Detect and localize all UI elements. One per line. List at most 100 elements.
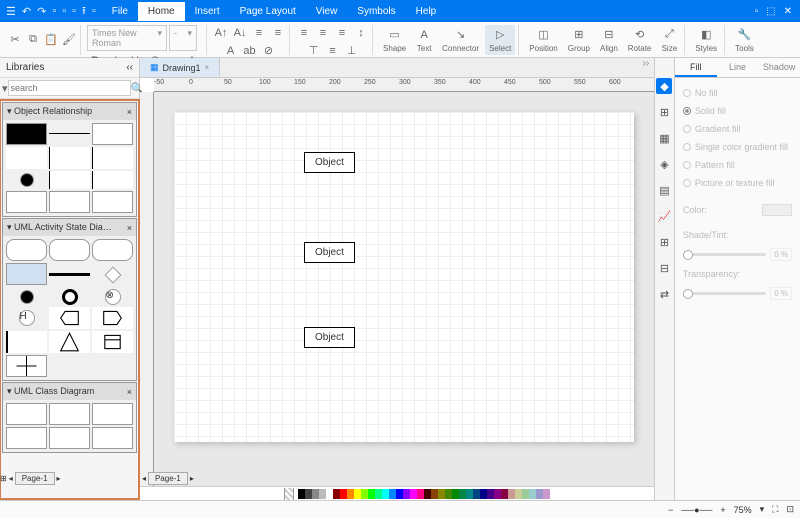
transparency-slider[interactable] <box>683 292 766 295</box>
color-swatch[interactable] <box>515 489 522 499</box>
close-category-icon[interactable]: × <box>127 223 132 233</box>
maximize-icon[interactable]: ⬚ <box>766 6 775 17</box>
fill-option[interactable]: Solid fill <box>681 102 794 120</box>
diagram-object[interactable]: Object <box>304 327 355 348</box>
align-left-icon[interactable]: ≡ <box>296 25 312 41</box>
page[interactable]: Object Object Object <box>174 112 634 442</box>
no-color-swatch[interactable] <box>284 488 294 500</box>
zoom-level[interactable]: 75% <box>734 505 752 515</box>
page-panel-icon[interactable]: ▤ <box>656 182 672 198</box>
highlight-icon[interactable]: ab <box>242 43 258 59</box>
shape-stencil[interactable] <box>49 147 90 169</box>
color-swatch[interactable] <box>312 489 319 499</box>
shape-stencil[interactable] <box>92 307 133 329</box>
fullscreen-icon[interactable]: ⊡ <box>786 504 794 515</box>
tool-shape[interactable]: ▭Shape <box>379 27 410 53</box>
color-swatch[interactable] <box>459 489 466 499</box>
zoom-in-icon[interactable]: + <box>720 505 725 515</box>
color-swatch[interactable] <box>536 489 543 499</box>
tool-connector[interactable]: ↘Connector <box>438 27 483 53</box>
arrange-panel-icon[interactable]: ⇄ <box>656 286 672 302</box>
transparency-value[interactable]: 0 % <box>770 287 792 300</box>
color-swatch[interactable] <box>480 489 487 499</box>
shape-stencil[interactable] <box>49 331 90 353</box>
color-swatch[interactable] <box>354 489 361 499</box>
color-swatch[interactable] <box>319 489 326 499</box>
tool-styles[interactable]: ◧Styles <box>691 27 721 53</box>
color-swatch[interactable] <box>762 204 792 216</box>
minimize-icon[interactable]: ▫ <box>755 6 759 17</box>
print-icon[interactable]: ▫ <box>92 5 96 17</box>
collapse-icon[interactable]: ‹‹ <box>126 62 133 73</box>
color-swatch[interactable] <box>326 489 333 499</box>
page-nav-next-icon[interactable]: ▸ <box>57 474 61 483</box>
close-tab-icon[interactable]: × <box>205 63 210 72</box>
format-painter-icon[interactable]: 🖌 <box>61 32 77 48</box>
menu-page-layout[interactable]: Page Layout <box>230 2 306 21</box>
redo-icon[interactable]: ↷ <box>37 5 46 18</box>
panel-expand-icon[interactable]: ›› <box>638 58 654 74</box>
tab-shadow[interactable]: Shadow <box>758 58 800 77</box>
shrink-font-icon[interactable]: A↓ <box>232 25 248 41</box>
line-panel-icon[interactable]: ⊞ <box>656 104 672 120</box>
shape-stencil[interactable] <box>20 290 34 304</box>
layers-panel-icon[interactable]: ◈ <box>656 156 672 172</box>
shape-stencil[interactable] <box>104 267 121 284</box>
color-swatch[interactable] <box>445 489 452 499</box>
numbering-icon[interactable]: ≡ <box>270 25 286 41</box>
save-icon[interactable]: ▫ <box>52 5 56 17</box>
valign-mid-icon[interactable]: ≡ <box>325 43 341 59</box>
valign-top-icon[interactable]: ⊤ <box>306 43 322 59</box>
tool-position[interactable]: ◫Position <box>525 27 561 53</box>
align-center-icon[interactable]: ≡ <box>315 25 331 41</box>
color-swatch[interactable] <box>494 489 501 499</box>
shape-stencil[interactable] <box>6 239 47 261</box>
line-spacing-icon[interactable]: ↕ <box>353 25 369 41</box>
color-swatch[interactable] <box>396 489 403 499</box>
position-panel-icon[interactable]: ⊟ <box>656 260 672 276</box>
shape-stencil[interactable] <box>62 289 78 305</box>
export-icon[interactable]: ⭱ <box>82 2 86 21</box>
color-swatch[interactable] <box>410 489 417 499</box>
shape-stencil[interactable] <box>49 171 90 189</box>
zoom-out-icon[interactable]: − <box>668 505 673 515</box>
color-swatch[interactable] <box>438 489 445 499</box>
shape-stencil[interactable] <box>49 427 90 449</box>
color-swatch[interactable] <box>543 489 550 499</box>
shape-stencil[interactable] <box>49 273 90 276</box>
color-swatch[interactable] <box>382 489 389 499</box>
color-swatch[interactable] <box>501 489 508 499</box>
shape-stencil[interactable] <box>6 331 47 353</box>
fill-panel-icon[interactable]: ◆ <box>656 78 672 94</box>
undo-icon[interactable]: ↶ <box>22 5 31 18</box>
color-swatch[interactable] <box>368 489 375 499</box>
fill-option[interactable]: No fill <box>681 84 794 102</box>
shape-stencil[interactable] <box>6 123 47 145</box>
color-swatch[interactable] <box>347 489 354 499</box>
shape-stencil[interactable] <box>92 239 133 261</box>
open-icon[interactable]: ▫ <box>72 5 76 17</box>
page-nav-prev-icon[interactable]: ◂ <box>142 474 146 483</box>
page-nav-first-icon[interactable]: ⊞ <box>0 474 7 483</box>
page-nav-next-icon[interactable]: ▸ <box>190 474 194 483</box>
tool-select[interactable]: ▷Select <box>485 25 515 55</box>
tool-group[interactable]: ⊞Group <box>564 27 594 53</box>
tool-size[interactable]: ⤢Size <box>657 27 681 53</box>
table-panel-icon[interactable]: ⊞ <box>656 234 672 250</box>
color-swatch[interactable] <box>424 489 431 499</box>
shape-stencil[interactable] <box>6 403 47 425</box>
shape-stencil[interactable] <box>6 355 47 377</box>
font-family-select[interactable]: Times New Roman▾ <box>87 25 167 51</box>
document-tab[interactable]: ▦ Drawing1 × <box>140 58 220 77</box>
font-size-select[interactable]: -▾ <box>169 25 197 51</box>
chart-panel-icon[interactable]: 📈 <box>656 208 672 224</box>
color-swatch[interactable] <box>431 489 438 499</box>
color-swatch[interactable] <box>340 489 347 499</box>
canvas[interactable]: Object Object Object <box>154 92 654 486</box>
shape-stencil[interactable]: H <box>19 310 35 326</box>
tool-rotate[interactable]: ⟲Rotate <box>624 27 656 53</box>
shape-stencil[interactable] <box>92 427 133 449</box>
shape-stencil[interactable] <box>49 403 90 425</box>
cut-icon[interactable]: ✂ <box>7 32 23 48</box>
shape-stencil[interactable] <box>49 307 90 329</box>
